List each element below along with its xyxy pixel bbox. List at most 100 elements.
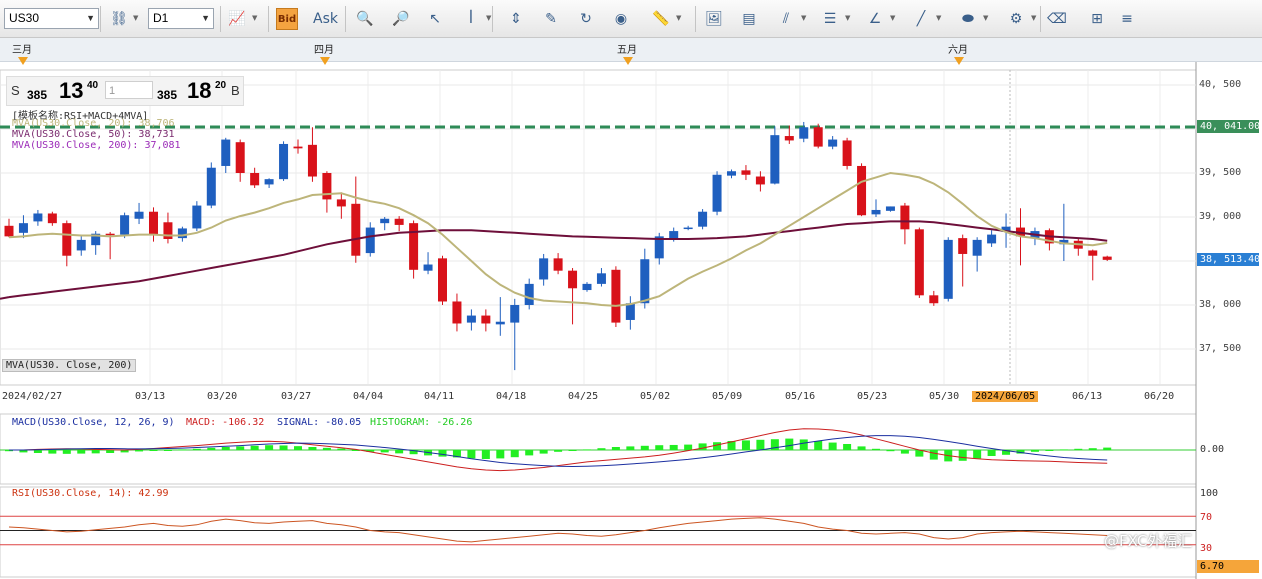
macd-histogram-bar <box>221 447 230 450</box>
macd-histogram-bar <box>236 446 245 450</box>
fibonacci-icon[interactable]: ⫽ <box>775 8 797 30</box>
chevron-down-icon[interactable]: ▼ <box>936 14 941 22</box>
candle-body <box>914 229 924 296</box>
price-axis-label: 40, 500 <box>1199 79 1242 90</box>
candle-body <box>394 218 404 225</box>
candle-body <box>929 295 939 304</box>
date-axis-label: 05/30 <box>929 391 960 402</box>
candle-body <box>871 209 881 215</box>
candle-body <box>192 205 202 229</box>
candle-body <box>380 218 390 224</box>
eraser-icon[interactable]: ⌫ <box>1046 8 1068 30</box>
lots-input[interactable]: 1 <box>105 81 153 99</box>
indicator-tab[interactable]: MVA(US30. Close, 200) <box>2 359 137 372</box>
macd-histogram-bar <box>929 450 938 460</box>
candle-body <box>76 239 86 251</box>
indicator-icon[interactable]: ꟾ <box>460 8 482 30</box>
macd-histogram-bar <box>1045 450 1054 451</box>
template-icon[interactable]: ▤ <box>738 8 760 30</box>
globe-icon[interactable]: ◉ <box>610 8 632 30</box>
chevron-down-icon[interactable]: ▼ <box>133 14 138 22</box>
toolbar-separator <box>1040 6 1041 32</box>
rsi-panel <box>0 486 1197 578</box>
candle-body <box>4 225 14 237</box>
candle-body <box>307 144 317 177</box>
candle-body <box>322 173 332 200</box>
more-icon[interactable]: ≡ <box>1116 8 1138 30</box>
toolbar-separator <box>220 6 221 32</box>
tree-icon[interactable]: ⊞ <box>1086 8 1108 30</box>
image-icon[interactable]: 🖼 <box>703 8 725 30</box>
candle-body <box>813 127 823 147</box>
chevron-down-icon[interactable]: ▼ <box>801 14 806 22</box>
macd-histogram-bar <box>640 445 649 450</box>
settings-grid-icon[interactable]: ⚙ <box>1005 8 1027 30</box>
macd-histogram-bar <box>106 450 115 453</box>
chart-type-icon[interactable]: 📈 <box>226 8 248 30</box>
macd-histogram-bar <box>785 438 794 450</box>
link-icon[interactable]: ⛓ <box>108 8 130 30</box>
candle-body <box>770 135 780 184</box>
buy-price-big: 18 <box>187 78 212 103</box>
macd-histogram-bar <box>568 450 577 451</box>
macd-histogram-bar <box>48 450 57 454</box>
date-axis-label: 04/18 <box>496 391 527 402</box>
macd-histogram-bar <box>958 450 967 461</box>
chevron-down-icon[interactable]: ▼ <box>983 14 988 22</box>
buy-side-label[interactable]: B <box>231 83 240 98</box>
candle-body <box>669 231 679 239</box>
pencil-icon[interactable]: ╱ <box>910 8 932 30</box>
timeframe-value: D1 <box>153 11 169 25</box>
ruler-icon[interactable]: 📏 <box>650 8 672 30</box>
macd-histogram-bar <box>192 448 201 450</box>
chevron-down-icon[interactable]: ▼ <box>845 14 850 22</box>
month-label: 三月 <box>12 45 32 56</box>
date-axis-label: 06/13 <box>1072 391 1103 402</box>
angle-icon[interactable]: ∠ <box>864 8 886 30</box>
candle-body <box>842 140 852 166</box>
month-bar: 三月 四月 五月 六月 <box>0 38 1262 65</box>
chevron-down-icon[interactable]: ▼ <box>486 14 491 22</box>
symbol-select[interactable]: US30 ▼ <box>4 8 99 29</box>
refresh-icon[interactable]: ↻ <box>575 8 597 30</box>
cursor-icon[interactable]: ↖ <box>424 8 446 30</box>
edit-icon[interactable]: ✎ <box>540 8 562 30</box>
candle-body <box>120 215 130 235</box>
quote-panel: S 385 13 40 1 385 18 20 B <box>6 76 244 106</box>
macd-histogram-bar <box>33 450 42 453</box>
chevron-down-icon[interactable]: ▼ <box>1031 14 1036 22</box>
chevron-down-icon[interactable]: ▼ <box>252 14 257 22</box>
timeframe-select[interactable]: D1 ▼ <box>148 8 214 29</box>
bid-button[interactable]: Bid <box>276 8 298 30</box>
scale-icon[interactable]: ⇕ <box>505 8 527 30</box>
candle-body <box>640 259 650 304</box>
zoom-in-icon[interactable]: 🔍 <box>354 8 376 30</box>
candle-body <box>784 136 794 141</box>
chevron-down-icon[interactable]: ▼ <box>676 14 681 22</box>
candle-body <box>235 142 245 173</box>
ask-button[interactable]: Ask <box>313 8 338 30</box>
watermark: @FXC外福汇 <box>1104 532 1193 550</box>
ellipse-icon[interactable]: ⬬ <box>957 8 979 30</box>
toolbar-separator <box>492 6 493 32</box>
lines-icon[interactable]: ☰ <box>819 8 841 30</box>
date-axis-label: 03/20 <box>207 391 238 402</box>
date-axis-label: 05/16 <box>785 391 816 402</box>
chevron-down-icon: ▼ <box>201 13 210 23</box>
sell-side-label[interactable]: S <box>11 83 20 98</box>
rsi-axis-100: 100 <box>1200 488 1219 499</box>
macd-histogram-bar <box>799 439 808 450</box>
mva-20-label: MVA(US30.Close, 20): 38,706 <box>12 118 175 129</box>
rsi-current-flag: 6.70 <box>1197 560 1259 573</box>
candle-body <box>712 174 722 212</box>
zoom-out-icon[interactable]: 🔎 <box>390 8 412 30</box>
chart-canvas[interactable] <box>0 62 1262 579</box>
macd-histogram-bar <box>207 447 216 450</box>
macd-histogram-bar <box>380 450 389 453</box>
macd-histogram-bar <box>973 450 982 459</box>
macd-histogram-bar <box>250 445 259 450</box>
macd-axis-zero: 0.00 <box>1200 444 1225 455</box>
chevron-down-icon[interactable]: ▼ <box>890 14 895 22</box>
candle-body <box>596 273 606 284</box>
macd-histogram-bar <box>1074 448 1083 450</box>
